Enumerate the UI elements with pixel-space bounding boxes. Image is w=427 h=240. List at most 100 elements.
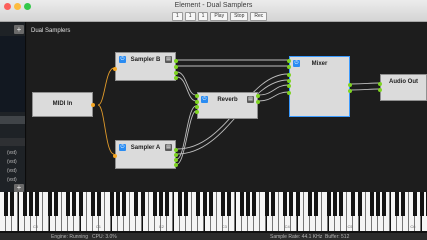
node-midi-in[interactable]: MIDI In <box>32 92 95 117</box>
audio-output-port[interactable] <box>348 89 352 93</box>
black-key[interactable] <box>419 192 424 216</box>
black-key[interactable] <box>332 192 337 216</box>
audio-output-port[interactable] <box>348 83 352 87</box>
audio-output-port[interactable] <box>256 100 260 104</box>
black-key[interactable] <box>22 192 27 216</box>
audio-input-port[interactable] <box>195 105 199 109</box>
audio-output-port[interactable] <box>174 153 178 157</box>
black-key[interactable] <box>264 192 269 216</box>
black-key[interactable] <box>270 192 275 216</box>
black-key[interactable] <box>394 192 399 216</box>
add-plugin-button[interactable]: + <box>14 184 24 192</box>
add-button[interactable]: + <box>14 25 24 34</box>
piano-keyboard[interactable]: C0 C1 C2 C3 C4 C5 C6 <box>0 192 427 232</box>
midi-input-port[interactable] <box>113 154 117 158</box>
graph-canvas[interactable]: Dual Samplers MIDI In ⏻ Sampler B ▤ ⏻ Sa… <box>27 22 427 192</box>
black-key[interactable] <box>109 192 114 216</box>
black-key[interactable] <box>66 192 71 216</box>
play-button[interactable]: Play <box>210 12 229 21</box>
audio-output-port[interactable] <box>174 148 178 152</box>
black-key[interactable] <box>29 192 33 216</box>
sample-rate: Sample Rate: 44.1 KHz <box>270 234 323 240</box>
node-audio-out[interactable]: Audio Out <box>378 74 427 101</box>
black-key[interactable] <box>196 192 201 216</box>
audio-input-port[interactable] <box>378 88 382 92</box>
black-key[interactable] <box>314 192 319 216</box>
black-key[interactable] <box>91 192 95 216</box>
record-button[interactable]: Rec <box>250 12 268 21</box>
black-key[interactable] <box>246 192 250 216</box>
sidebar-list[interactable] <box>0 36 25 112</box>
black-key[interactable] <box>115 192 120 216</box>
black-key[interactable] <box>295 192 300 216</box>
audio-input-port[interactable] <box>378 82 382 86</box>
sidebar-row[interactable] <box>0 116 25 124</box>
black-key[interactable] <box>308 192 312 216</box>
audio-input-port[interactable] <box>195 94 199 98</box>
node-reverb[interactable]: ⏻ Reverb ▤ <box>195 92 260 119</box>
audio-input-port[interactable] <box>287 84 291 88</box>
audio-output-port[interactable] <box>174 76 178 80</box>
black-key[interactable] <box>184 192 188 216</box>
audio-output-port[interactable] <box>174 65 178 69</box>
black-key[interactable] <box>252 192 257 216</box>
toolbar-button-1[interactable]: 1 <box>172 12 183 21</box>
editor-icon[interactable]: ▤ <box>247 96 254 103</box>
audio-output-port[interactable] <box>174 59 178 63</box>
black-key[interactable] <box>326 192 331 216</box>
black-key[interactable] <box>370 192 374 216</box>
black-key[interactable] <box>357 192 362 216</box>
node-sampler-a[interactable]: ⏻ Sampler A ▤ <box>113 140 178 169</box>
midi-input-port[interactable] <box>113 67 117 71</box>
black-key[interactable] <box>351 192 356 216</box>
black-key[interactable] <box>53 192 58 216</box>
audio-output-port[interactable] <box>174 71 178 75</box>
audio-input-port[interactable] <box>195 100 199 104</box>
black-key[interactable] <box>122 192 126 216</box>
audio-input-port[interactable] <box>287 79 291 83</box>
black-key[interactable] <box>227 192 232 216</box>
octave-label: C5 <box>347 224 353 229</box>
black-key[interactable] <box>177 192 182 216</box>
black-key[interactable] <box>140 192 145 216</box>
black-key[interactable] <box>413 192 418 216</box>
black-key[interactable] <box>153 192 157 216</box>
audio-input-port[interactable] <box>287 73 291 77</box>
black-key[interactable] <box>401 192 405 216</box>
audio-output-port[interactable] <box>174 158 178 162</box>
black-key[interactable] <box>47 192 52 216</box>
black-key[interactable] <box>97 192 102 216</box>
black-key[interactable] <box>165 192 170 216</box>
black-key[interactable] <box>10 192 15 216</box>
audio-input-port[interactable] <box>287 59 291 63</box>
black-key[interactable] <box>78 192 83 216</box>
black-key[interactable] <box>382 192 387 216</box>
black-key[interactable] <box>239 192 244 216</box>
editor-icon[interactable]: ▤ <box>165 144 172 151</box>
black-key[interactable] <box>208 192 213 216</box>
black-key[interactable] <box>376 192 381 216</box>
node-mixer[interactable]: ⏻ Mixer <box>287 56 352 117</box>
black-key[interactable] <box>221 192 226 216</box>
black-key[interactable] <box>159 192 164 216</box>
black-key[interactable] <box>4 192 9 216</box>
black-key[interactable] <box>289 192 294 216</box>
audio-output-port[interactable] <box>174 163 178 167</box>
toolbar-button-3[interactable]: 1 <box>197 12 209 21</box>
black-key[interactable] <box>202 192 207 216</box>
editor-icon[interactable]: ▤ <box>165 56 172 63</box>
audio-input-port[interactable] <box>195 110 199 114</box>
sidebar-row[interactable] <box>0 138 25 146</box>
midi-output-port[interactable] <box>91 103 95 107</box>
audio-input-port[interactable] <box>287 65 291 69</box>
black-key[interactable] <box>72 192 77 216</box>
black-key[interactable] <box>283 192 288 216</box>
black-key[interactable] <box>339 192 343 216</box>
toolbar-button-2[interactable]: 1 <box>184 12 196 21</box>
audio-output-port[interactable] <box>256 94 260 98</box>
audio-input-port[interactable] <box>287 91 291 95</box>
black-key[interactable] <box>35 192 40 216</box>
stop-button[interactable]: Stop <box>230 12 249 21</box>
node-sampler-b[interactable]: ⏻ Sampler B ▤ <box>113 52 178 81</box>
black-key[interactable] <box>134 192 139 216</box>
